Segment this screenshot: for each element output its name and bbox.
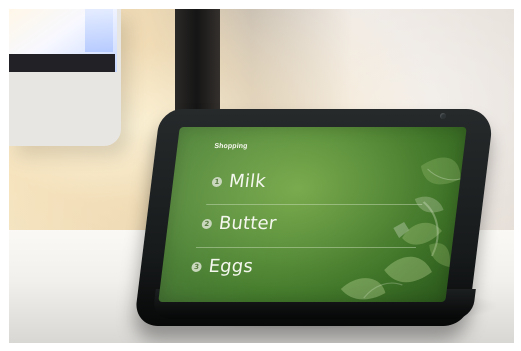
item-number-badge: 1 [211,177,223,187]
smart-display-screen: Shopping 1 Milk 2 Butter 3 Eggs [158,127,467,302]
background-pole [175,9,220,113]
item-number-badge: 3 [190,262,203,272]
list-divider [206,204,423,205]
list-item: 1 Milk [210,169,444,199]
list-item-label: Eggs [207,256,255,277]
shopping-list-title: Shopping [213,143,248,150]
background-monitor [9,9,121,146]
list-item: 3 Eggs [189,254,423,284]
list-divider [195,247,417,248]
smart-display-photo: Shopping 1 Milk 2 Butter 3 Eggs [9,9,514,343]
monitor-blue-light [85,9,113,52]
camera-icon [440,113,446,119]
list-item-label: Butter [217,213,278,234]
list-item: 2 Butter [200,211,434,241]
monitor-bezel [9,54,115,72]
list-item-label: Milk [227,171,268,192]
photo-scene: Shopping 1 Milk 2 Butter 3 Eggs [0,0,521,351]
item-number-badge: 2 [201,219,213,229]
